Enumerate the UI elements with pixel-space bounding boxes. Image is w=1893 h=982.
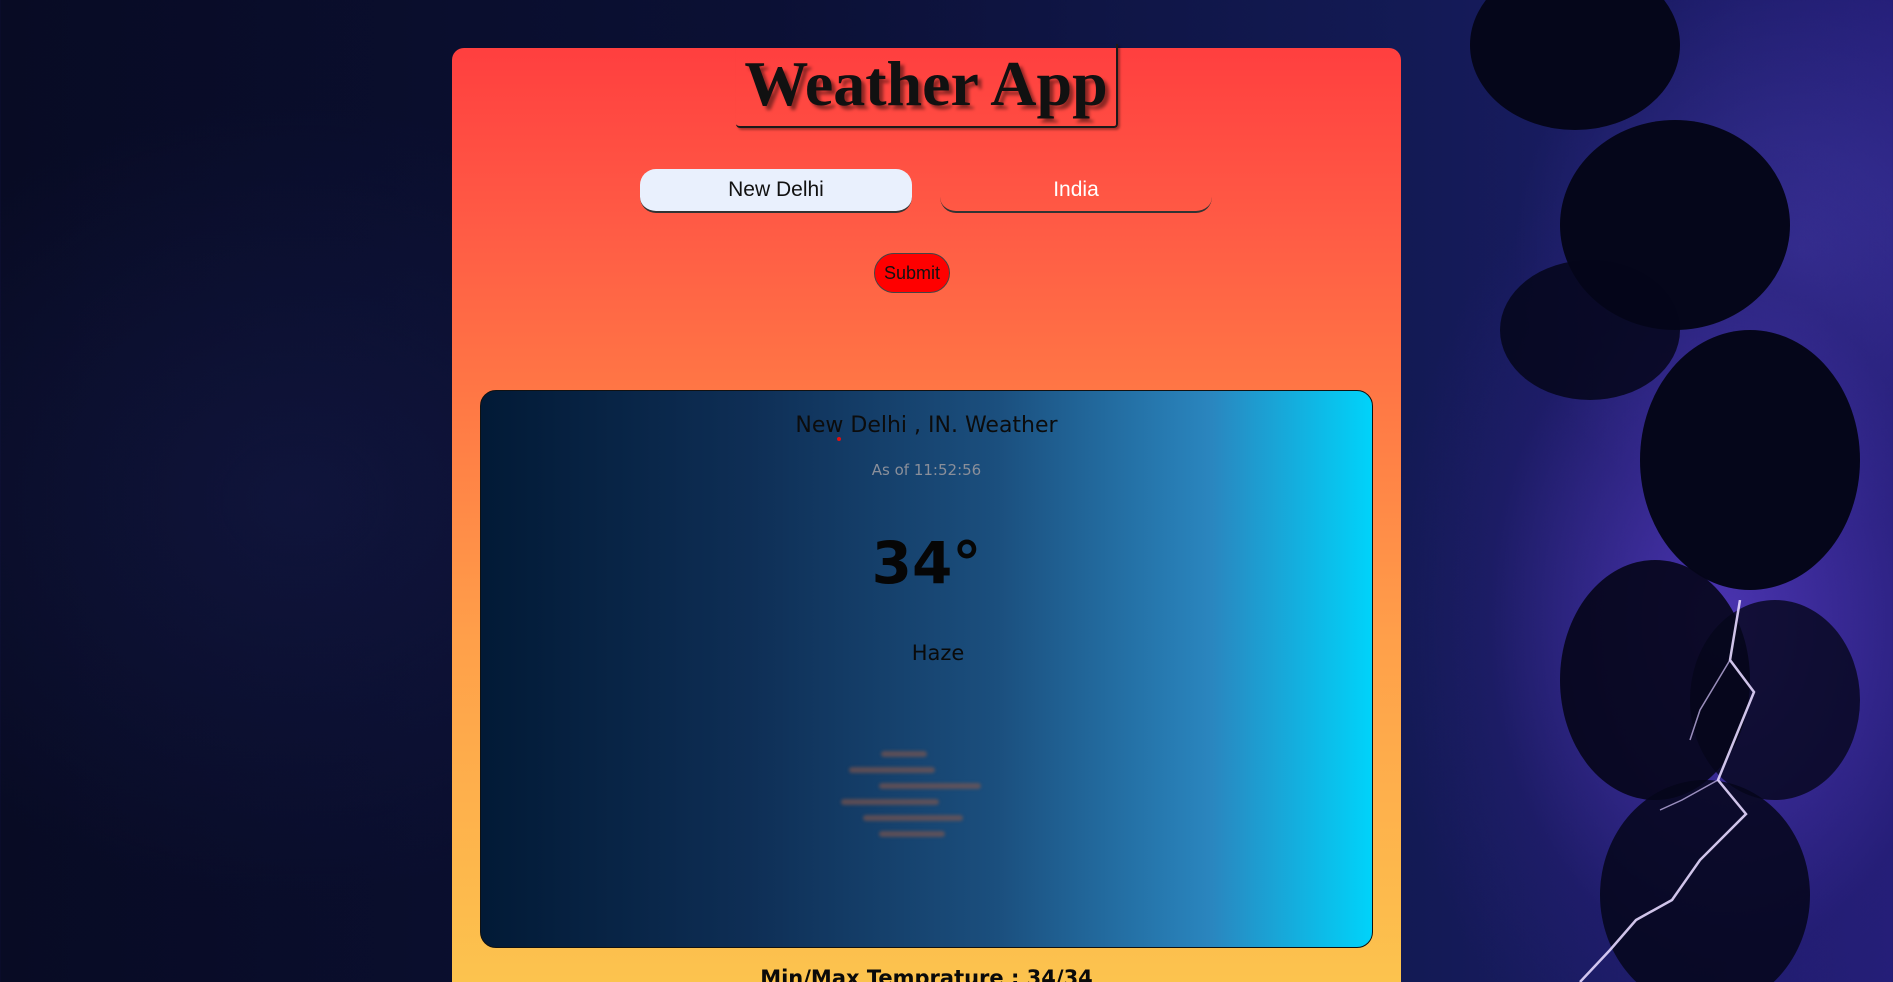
app-title: Weather App <box>744 48 1108 119</box>
app-header: Weather App <box>736 44 1118 128</box>
tree-silhouette <box>1640 330 1860 590</box>
mouse-cursor <box>837 437 841 441</box>
weather-condition: Haze <box>911 641 965 665</box>
temperature-value: 34° <box>871 529 982 597</box>
lightning-bolt-icon <box>1579 600 1756 982</box>
weather-app-card: Weather App Submit New Delhi , IN. Weath… <box>452 44 1401 982</box>
city-input[interactable] <box>640 169 912 213</box>
weather-result-panel: New Delhi , IN. Weather As of 11:52:56 3… <box>480 390 1373 948</box>
tree-silhouette <box>1500 260 1680 400</box>
as-of-time: As of 11:52:56 <box>871 461 982 479</box>
tree-silhouette <box>1470 0 1680 130</box>
country-input[interactable] <box>940 169 1212 213</box>
location-heading: New Delhi , IN. Weather <box>795 413 1058 438</box>
submit-button[interactable]: Submit <box>874 253 950 293</box>
min-max-temperature: Min/Max Temprature : 34/34 <box>760 966 1093 982</box>
weather-icon <box>841 751 981 841</box>
